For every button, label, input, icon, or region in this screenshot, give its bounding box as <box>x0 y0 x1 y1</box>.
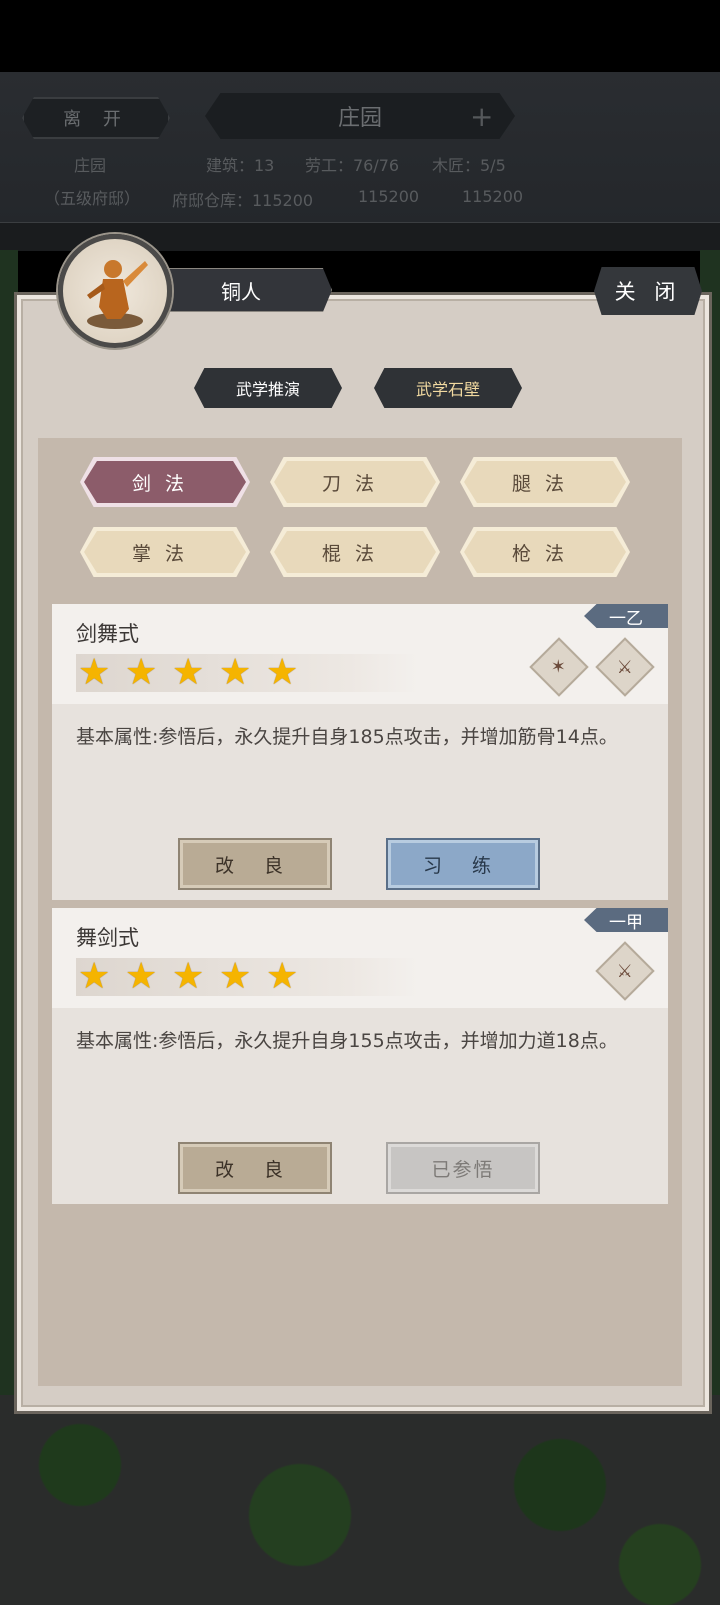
category-label: 枪法 <box>464 531 626 573</box>
skill-description: 基本属性:参悟后，永久提升自身155点攻击，并增加力道18点。 <box>76 1030 618 1052</box>
star-icon: ★ <box>266 956 299 997</box>
rank-badge: 一乙 <box>584 604 668 628</box>
category-label: 剑法 <box>84 461 246 503</box>
star-rating: ★ ★ ★ ★ ★ <box>76 654 418 692</box>
status-bar <box>0 0 720 72</box>
estate-title: 庄园 <box>205 93 515 139</box>
practice-button[interactable]: 习 练 <box>386 838 540 890</box>
star-icon: ★ <box>219 956 252 997</box>
category-spear[interactable]: 枪法 <box>460 527 630 577</box>
close-button[interactable]: 关 闭 <box>594 267 702 315</box>
category-leg[interactable]: 腿法 <box>460 457 630 507</box>
shuriken-icon[interactable]: ✶ <box>529 637 589 697</box>
star-icon: ★ <box>172 652 205 693</box>
warehouse-resource-1: 府邸仓库：115200 <box>172 191 314 210</box>
improve-button[interactable]: 改 良 <box>178 838 332 890</box>
category-label: 掌法 <box>84 531 246 573</box>
rank-badge: 一甲 <box>584 908 668 932</box>
skill-card-header: 舞剑式 一甲 ★ ★ ★ ★ ★ ⚔ <box>52 908 668 1008</box>
star-icon: ★ <box>172 956 205 997</box>
warehouse-resource-3: 115200 <box>462 187 524 206</box>
buildings-count: 建筑：13 <box>206 156 275 175</box>
laborers-count: 劳工：76/76 <box>305 156 400 175</box>
improve-button[interactable]: 改 良 <box>178 1142 332 1194</box>
skill-card: 舞剑式 一甲 ★ ★ ★ ★ ★ ⚔ 基本属性:参悟后，永久提升自身155点攻击… <box>52 908 668 1204</box>
skill-card-header: 剑舞式 一乙 ★ ★ ★ ★ ★ ✶ ⚔ <box>52 604 668 704</box>
sword-icon[interactable]: ⚔ <box>595 941 655 1001</box>
star-rating: ★ ★ ★ ★ ★ <box>76 958 418 996</box>
category-blade[interactable]: 刀法 <box>270 457 440 507</box>
tab-martial-stone-wall[interactable]: 武学石壁 <box>374 368 522 408</box>
star-icon: ★ <box>78 652 111 693</box>
category-label: 棍法 <box>274 531 436 573</box>
skill-card: 剑舞式 一乙 ★ ★ ★ ★ ★ ✶ ⚔ 基本属性:参悟后，永久提升自身185点… <box>52 604 668 900</box>
category-palm[interactable]: 掌法 <box>80 527 250 577</box>
star-icon: ★ <box>125 956 158 997</box>
skill-name: 剑舞式 <box>76 622 139 646</box>
category-sword[interactable]: 剑法 <box>80 457 250 507</box>
skill-name: 舞剑式 <box>76 926 139 950</box>
star-icon: ★ <box>78 956 111 997</box>
estate-name: 庄园 <box>74 156 107 175</box>
warehouse-resource-2: 115200 <box>358 187 420 206</box>
estate-level: （五级府邸） <box>44 189 141 208</box>
panel-title: 铜人 <box>150 268 332 312</box>
category-staff[interactable]: 棍法 <box>270 527 440 577</box>
plus-icon[interactable]: + <box>470 100 493 133</box>
star-icon: ★ <box>219 652 252 693</box>
star-icon: ★ <box>125 652 158 693</box>
category-label: 刀法 <box>274 461 436 503</box>
carpenters-count: 木匠：5/5 <box>432 156 506 175</box>
comprehended-button: 已参悟 <box>386 1142 540 1194</box>
category-label: 腿法 <box>464 461 626 503</box>
tab-martial-deduction[interactable]: 武学推演 <box>194 368 342 408</box>
garden-background <box>0 1395 720 1605</box>
bronze-man-portrait-icon <box>58 234 172 348</box>
sword-icon[interactable]: ⚔ <box>595 637 655 697</box>
skill-description: 基本属性:参悟后，永久提升自身185点攻击，并增加筋骨14点。 <box>76 726 618 748</box>
star-icon: ★ <box>266 652 299 693</box>
leave-button[interactable]: 离 开 <box>22 97 170 139</box>
